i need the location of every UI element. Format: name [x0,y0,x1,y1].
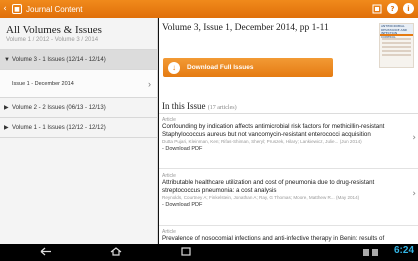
download-pdf-link[interactable]: - Download PDF [162,202,408,208]
in-this-issue-heading: In this Issue (17 articles) [162,101,237,111]
volume-label: Volume 3 - 1 Issues (12/14 - 12/14) [12,56,106,63]
article-title: Prevalence of nosocomial infections and … [162,235,385,242]
journal-cover-image[interactable]: ANTIMICROBIAL RESISTANCE AND INFECTION C… [379,23,414,68]
issue-panel: Volume 3, Issue 1, December 2014, pp 1-1… [159,18,418,244]
volume-row-2[interactable]: ▶ Volume 2 - 2 Issues (06/13 - 12/13) [0,98,157,118]
collapsed-triangle-icon: ▶ [4,105,9,111]
download-full-issue-button[interactable]: ↓ Download Full Issues [163,58,333,77]
expanded-triangle-icon: ▼ [4,56,10,63]
volumes-title: All Volumes & Issues [6,24,102,36]
issue-row[interactable]: Issue 1 - December 2014 › [0,70,157,98]
cover-text-line [382,50,411,52]
info-icon[interactable]: i [403,3,414,14]
status-icons [363,249,378,256]
chevron-right-icon: › [412,133,416,143]
system-nav-bar: 6:24 [0,244,418,261]
wifi-icon [363,249,369,256]
chevron-right-icon: › [148,78,151,89]
collapsed-triangle-icon: ▶ [4,125,9,131]
article-title: Confounding by indication affects antimi… [162,123,385,138]
clock: 6:24 [393,245,414,256]
cover-text-line [382,46,411,48]
volumes-panel: All Volumes & Issues Volume 1 / 2012 - V… [0,18,158,244]
cover-text-line [382,42,411,44]
volumes-range: Volume 1 / 2012 - Volume 3 / 2014 [6,37,99,43]
volume-label: Volume 1 - 1 Issues (12/12 - 12/12) [12,124,106,131]
article-item[interactable]: Article Prevalence of nosocomial infecti… [159,229,418,243]
article-title: Attributable healthcare utilization and … [162,179,375,194]
divider [159,225,418,226]
page-title: Journal Content [26,4,83,14]
download-icon: ↓ [168,61,180,74]
download-pdf-link[interactable]: - Download PDF [162,146,408,152]
app-logo-icon: ■ [12,4,22,14]
cover-text-line [382,54,411,56]
journal-logo-icon[interactable] [371,3,382,14]
home-icon[interactable] [110,247,122,258]
divider [159,113,418,114]
battery-icon [372,249,378,256]
download-label: Download Full Issues [187,64,254,71]
help-icon[interactable]: ? [387,3,398,14]
chevron-right-icon: › [412,189,416,199]
recents-icon[interactable] [180,247,192,258]
volume-row-3[interactable]: ▼ Volume 3 - 1 Issues (12/14 - 12/14) [0,50,157,70]
issue-label: Issue 1 - December 2014 [12,80,74,87]
back-icon[interactable] [40,247,52,258]
article-authors: Dutta Pujari, Kleinman, Ken; Rifas-Shima… [162,139,362,144]
chevron-left-icon[interactable]: ‹ [0,0,10,18]
issue-title: Volume 3, Issue 1, December 2014, pp 1-1… [162,23,329,33]
in-issue-label: In this Issue [162,101,206,111]
volume-row-1[interactable]: ▶ Volume 1 - 1 Issues (12/12 - 12/12) [0,118,157,138]
action-bar: ‹ ■ Journal Content ? i [0,0,418,18]
article-authors: Reynolds, Courtney A; Finkelstein, Jonat… [162,195,360,200]
volume-label: Volume 2 - 2 Issues (06/13 - 12/13) [12,104,106,111]
article-item[interactable]: Article Attributable healthcare utilizat… [159,173,418,208]
divider [159,168,418,169]
cover-title: ANTIMICROBIAL RESISTANCE AND INFECTION C… [380,24,413,38]
article-count: (17 articles) [207,105,237,111]
article-item[interactable]: Article Confounding by indication affect… [159,117,418,152]
